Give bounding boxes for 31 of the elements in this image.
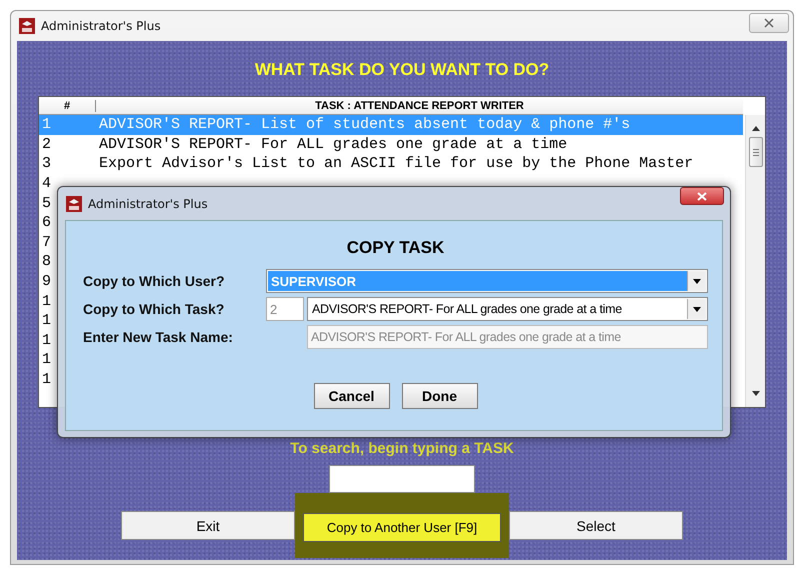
dialog-heading: COPY TASK — [346, 238, 446, 258]
field-label: Enter New Task Name: — [83, 329, 234, 345]
close-button[interactable] — [749, 13, 789, 33]
app-icon — [19, 18, 35, 34]
task-row[interactable]: 3 Export Advisor's List to an ASCII file for use by the Phone Master — [39, 154, 743, 174]
scrollbar[interactable] — [745, 115, 765, 407]
dropdown-arrow-icon[interactable] — [693, 278, 701, 284]
app-icon — [66, 196, 82, 212]
task-row[interactable]: 2 ADVISOR'S REPORT- For ALL grades one grade at a time — [39, 134, 743, 154]
dialog-title: Administrator's Plus — [88, 196, 208, 210]
dialog-button[interactable]: Done — [402, 383, 478, 409]
page-heading: WHAT TASK DO YOU WANT TO DO? — [254, 60, 550, 81]
task-number-field[interactable]: 2 — [266, 297, 304, 321]
dialog-button[interactable]: Cancel — [314, 383, 390, 409]
task-dropdown[interactable]: ADVISOR'S REPORT- For ALL grades one grade at a time — [307, 297, 708, 321]
field-label: Copy to Which User? — [83, 273, 226, 289]
window-title: Administrator's Plus — [41, 19, 161, 33]
dropdown-arrow-icon[interactable] — [693, 306, 701, 312]
scroll-up-icon[interactable] — [752, 125, 760, 131]
copy-button[interactable]: Copy to Another User [F9] — [303, 513, 501, 542]
close-icon[interactable] — [764, 18, 774, 28]
field-label: Copy to Which Task? — [83, 301, 226, 317]
search-label: To search, begin typing a TASK — [290, 440, 514, 457]
scroll-down-icon[interactable] — [752, 391, 760, 397]
scroll-thumb[interactable] — [748, 137, 762, 167]
search-field[interactable] — [329, 465, 475, 493]
action-button[interactable]: Exit — [121, 511, 295, 540]
column-header[interactable]: # — [39, 100, 96, 112]
column-header[interactable]: TASK : ATTENDANCE REPORT WRITER — [96, 100, 743, 112]
action-button[interactable]: Select — [509, 511, 683, 540]
close-button[interactable] — [680, 187, 724, 205]
